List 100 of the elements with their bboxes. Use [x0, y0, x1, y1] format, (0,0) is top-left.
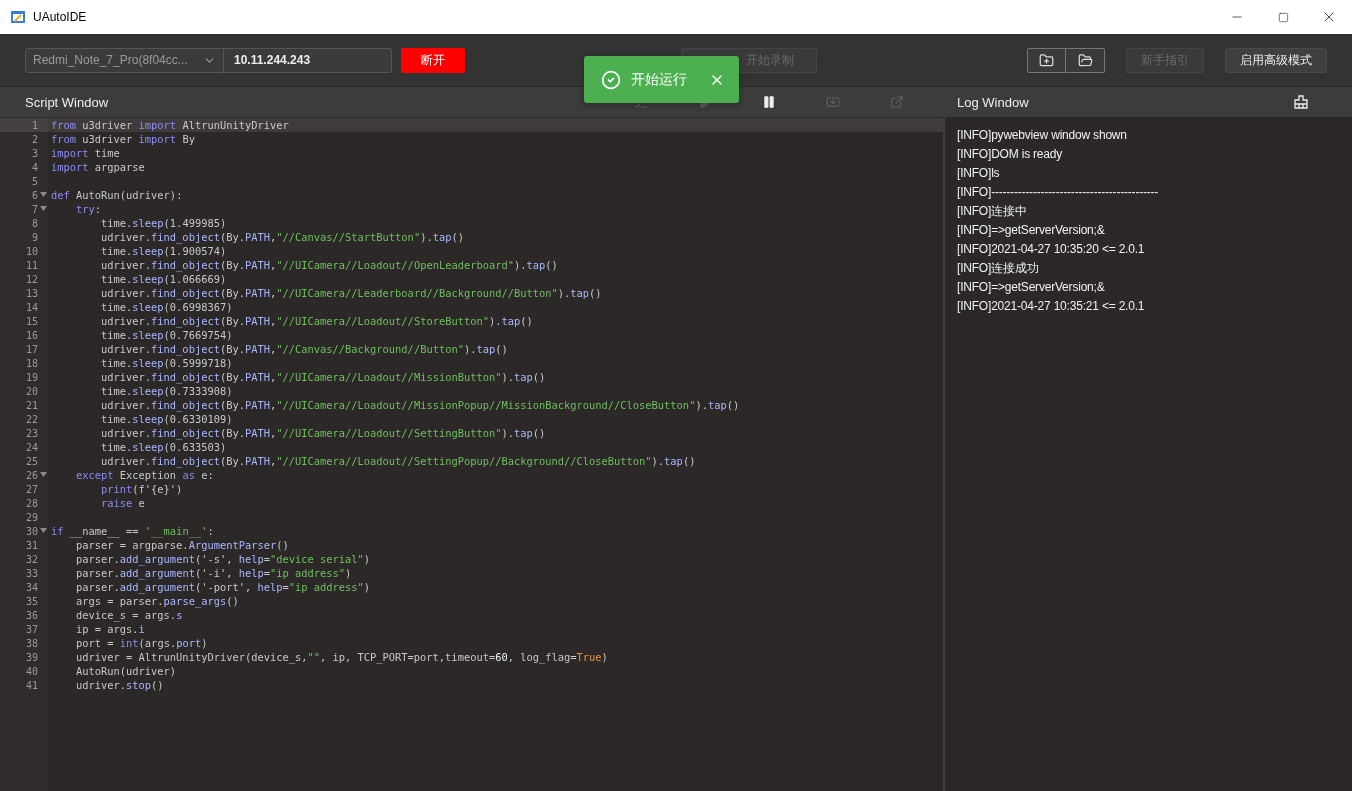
line-number: 26 — [0, 468, 48, 482]
line-number: 14 — [24, 300, 39, 314]
log-line: [INFO]ls — [957, 165, 1001, 182]
toast-message: 开始运行 — [631, 70, 688, 89]
line-number: 41 — [24, 678, 39, 692]
line-number: 28 — [24, 496, 39, 510]
folder-icon — [1077, 52, 1093, 68]
window-title: UAutoIDE — [33, 10, 88, 24]
code-line: try: — [75, 202, 103, 216]
code-line: port = int(args.port) — [75, 636, 209, 650]
disconnect-button[interactable]: 断开 — [401, 47, 465, 73]
line-number: 32 — [24, 552, 39, 566]
line-number: 31 — [24, 538, 39, 552]
code-line: time.sleep(0.6330109) — [100, 412, 234, 426]
log-line: [INFO]2021-04-27 10:35:21 <= 2.0.1 — [957, 298, 1146, 315]
code-line: time.sleep(0.7669754) — [100, 328, 234, 342]
fold-caret-icon[interactable] — [40, 528, 47, 534]
line-number: 27 — [24, 482, 39, 496]
line-number: 17 — [24, 342, 39, 356]
code-line: udriver = AltrunUnityDriver(device_s,"", ip, TCP_PORT=port,timeout=60, log_flag=True) — [75, 650, 609, 664]
line-number: 12 — [24, 272, 39, 286]
line-number: 10 — [24, 244, 39, 258]
code-line: udriver.find_object(By.PATH,"//UICamera//Loadout//SettingPopup//Background//CloseButton").tap() — [100, 454, 697, 468]
code-line: udriver.find_object(By.PATH,"//UICamera//Loadout//OpenLeaderboard").tap() — [100, 258, 559, 272]
code-line: ip = args.i — [75, 622, 146, 636]
line-number: 6 — [0, 188, 48, 202]
log-line: [INFO]-------------------------------------------- — [957, 184, 1160, 201]
open-folder-button[interactable] — [1066, 47, 1105, 73]
code-line: args = parser.parse_args() — [75, 594, 240, 608]
line-number: 34 — [24, 580, 39, 594]
code-line: AutoRun(udriver) — [75, 664, 178, 678]
code-line: print(f'{e}') — [100, 482, 184, 496]
line-number: 38 — [24, 636, 39, 650]
maximize-icon — [1277, 11, 1289, 23]
line-number: 5 — [30, 174, 39, 188]
app-icon — [10, 9, 26, 25]
line-number: 21 — [24, 398, 39, 412]
advanced-mode-button[interactable]: 启用高级模式 — [1225, 47, 1327, 73]
code-line: from u3driver import By — [50, 132, 196, 146]
line-number: 25 — [24, 454, 39, 468]
line-number: 18 — [24, 356, 39, 370]
code-line: time.sleep(0.7333908) — [100, 384, 234, 398]
code-line: if __name__ == '__main__': — [50, 524, 215, 538]
code-line: import time — [50, 146, 121, 160]
log-line: [INFO]=>getServerVersion;& — [957, 222, 1106, 239]
code-line: time.sleep(0.5999718) — [100, 356, 234, 370]
line-number: 24 — [24, 440, 39, 454]
code-line: parser.add_argument('-port', help="ip address") — [75, 580, 372, 594]
line-number: 35 — [24, 594, 39, 608]
log-line: [INFO]连接中 — [957, 203, 1028, 220]
line-number: 39 — [24, 650, 39, 664]
log-line: [INFO]DOM is ready — [957, 146, 1064, 163]
code-line: time.sleep(1.499985) — [100, 216, 228, 230]
pane-title: Log Window — [957, 94, 1030, 110]
code-line: udriver.find_object(By.PATH,"//UICamera//Loadout//SettingButton").tap() — [100, 426, 547, 440]
line-number: 30 — [0, 524, 48, 538]
pane-title: Script Window — [25, 94, 110, 110]
line-number: 40 — [24, 664, 39, 678]
code-line: raise e — [100, 496, 146, 510]
line-number: 36 — [24, 608, 39, 622]
ip-field[interactable]: 10.11.244.243 — [224, 47, 392, 73]
device-select[interactable]: Redmi_Note_7_Pro(8f04cc... — [25, 47, 224, 73]
line-number: 33 — [24, 566, 39, 580]
code-line: device_s = args.s — [75, 608, 184, 622]
code-line: parser.add_argument('-i', help="ip address") — [75, 566, 353, 580]
log-line: [INFO]=>getServerVersion;& — [957, 279, 1106, 296]
log-line: [INFO]pywebview window shown — [957, 127, 1128, 144]
line-number: 37 — [24, 622, 39, 636]
folder-plus-icon — [1039, 52, 1054, 68]
line-number: 29 — [24, 510, 39, 524]
code-line: udriver.find_object(By.PATH,"//UICamera//Loadout//MissionPopup//MissionBackground//CloseButton").tap() — [100, 398, 741, 412]
fold-caret-icon[interactable] — [40, 472, 47, 478]
line-number: 11 — [24, 258, 39, 272]
code-line: udriver.stop() — [75, 678, 165, 692]
line-number: 1 — [0, 118, 48, 132]
line-number: 15 — [24, 314, 39, 328]
code-line: time.sleep(1.066669) — [100, 272, 228, 286]
code-line: parser = argparse.ArgumentParser() — [75, 538, 290, 552]
line-number: 19 — [24, 370, 39, 384]
line-number: 3 — [30, 146, 39, 160]
code-line: udriver.find_object(By.PATH,"//Canvas//StartButton").tap() — [100, 230, 465, 244]
line-number: 16 — [24, 328, 39, 342]
code-line: except Exception as e: — [75, 468, 215, 482]
code-line: time.sleep(1.900574) — [100, 244, 228, 258]
line-number: 13 — [24, 286, 39, 300]
fold-caret-icon[interactable] — [40, 192, 47, 198]
code-line: import argparse — [50, 160, 146, 174]
log-line: [INFO]连接成功 — [957, 260, 1040, 277]
broom-icon[interactable] — [1294, 95, 1308, 109]
line-number: 22 — [24, 412, 39, 426]
code-line: udriver.find_object(By.PATH,"//UICamera//Loadout//StoreButton").tap() — [100, 314, 534, 328]
fold-caret-icon[interactable] — [40, 206, 47, 212]
code-line: time.sleep(0.633503) — [100, 440, 228, 454]
code-line: udriver.find_object(By.PATH,"//UICamera//Leaderboard//Background//Button").tap() — [100, 286, 603, 300]
code-line: udriver.find_object(By.PATH,"//Canvas//Background//Button").tap() — [100, 342, 509, 356]
new-folder-button[interactable] — [1027, 47, 1066, 73]
line-number: 9 — [30, 230, 39, 244]
check-circle-icon — [601, 69, 621, 90]
code-line: def AutoRun(udriver): — [50, 188, 184, 202]
line-number: 23 — [24, 426, 39, 440]
